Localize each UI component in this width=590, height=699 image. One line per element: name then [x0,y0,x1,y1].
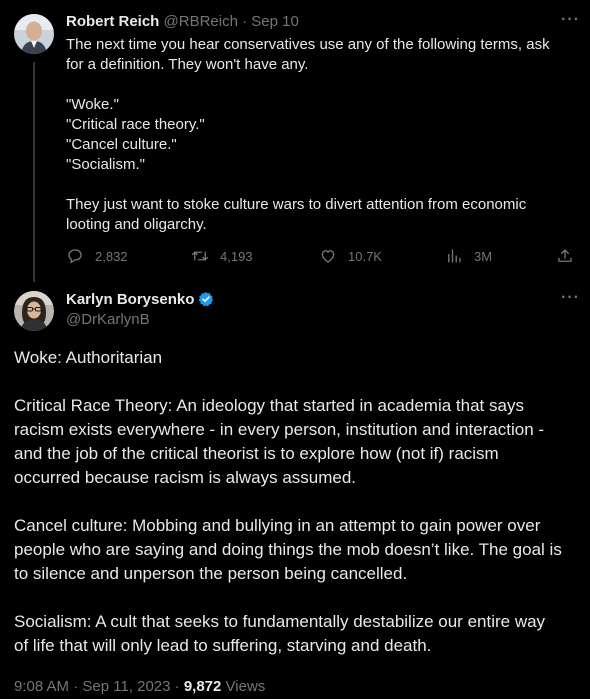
tweet-date[interactable]: Sep 10 [251,13,299,30]
tweet2-meta: 9:08 AM · Sep 11, 2023 · 9,872 Views [14,677,265,697]
paragraph-line: racism exists everywhere - in every pers… [14,420,545,439]
views-label: Views [225,678,266,695]
reply-icon [68,249,82,264]
author-name[interactable]: Karlyn Borysenko [66,291,194,308]
more-icon[interactable]: ··· [561,289,580,307]
verified-badge-icon [199,292,214,307]
text-line: for a definition. They won't have any. [66,56,309,73]
paragraph-line: of life that will only lead to suffering… [14,636,432,655]
like-button[interactable]: 10.7K [319,247,382,265]
paragraph-line: people who are saying and doing things t… [14,540,562,559]
author-name[interactable]: Robert Reich [66,13,159,30]
author-handle[interactable]: @RBReich [164,13,238,30]
text-line: The next time you hear conservatives use… [66,36,550,53]
like-icon [321,250,335,263]
tweet2-handle-row: @DrKarlynB [66,310,150,330]
text-line: "Critical race theory." [66,116,205,133]
dot-separator: · [242,13,248,30]
paragraph-line: and the job of the critical theorist is … [14,444,499,463]
reply-button[interactable]: 2,832 [66,247,128,265]
avatar-karlyn-borysenko[interactable] [14,291,54,331]
views-button[interactable]: 3M [445,247,492,265]
reply-count: 2,832 [95,248,128,264]
paragraph-line: Cancel culture: Mobbing and bullying in … [14,516,541,535]
tweet1-header: Robert Reich @RBReich · Sep 10 [66,12,299,32]
paragraph-line: occurred because racism is always assume… [14,468,357,487]
like-count: 10.7K [348,248,382,264]
avatar-robert-reich[interactable] [14,14,54,54]
author-handle[interactable]: @DrKarlynB [66,311,150,328]
share-button[interactable] [556,247,585,265]
share-icon [558,249,572,262]
paragraph-line: Woke: Authoritarian [14,348,163,367]
tweet1-text: The next time you hear conservatives use… [66,35,566,235]
tweet1-action-bar: 2,832 4,193 10.7K 3M [66,247,576,267]
text-line [66,175,566,195]
text-line: "Woke." [66,96,119,113]
text-line: "Socialism." [66,156,145,173]
text-line: looting and oligarchy. [66,216,207,233]
retweet-count: 4,193 [220,248,253,264]
views-count: 3M [474,248,493,264]
paragraph-line: Critical Race Theory: An ideology that s… [14,396,524,415]
views-count: 9,872 [183,678,222,695]
tweet2-text: Woke: Authoritarian Critical Race Theory… [14,346,580,658]
retweet-icon [191,251,209,261]
paragraph-line: to silence and unperson the person being… [14,564,408,583]
tweet-timestamp[interactable]: 9:08 AM · Sep 11, 2023 · [14,678,184,695]
tweet2-header: Karlyn Borysenko [66,290,214,310]
text-line: They just want to stoke culture wars to … [66,196,527,213]
paragraph-line: Socialism: A cult that seeks to fundamen… [14,612,546,631]
more-icon[interactable]: ··· [561,11,580,29]
text-line [66,75,566,95]
retweet-button[interactable]: 4,193 [191,247,253,265]
thread-line [33,62,35,282]
text-line: "Cancel culture." [66,136,177,153]
views-icon [448,249,461,263]
